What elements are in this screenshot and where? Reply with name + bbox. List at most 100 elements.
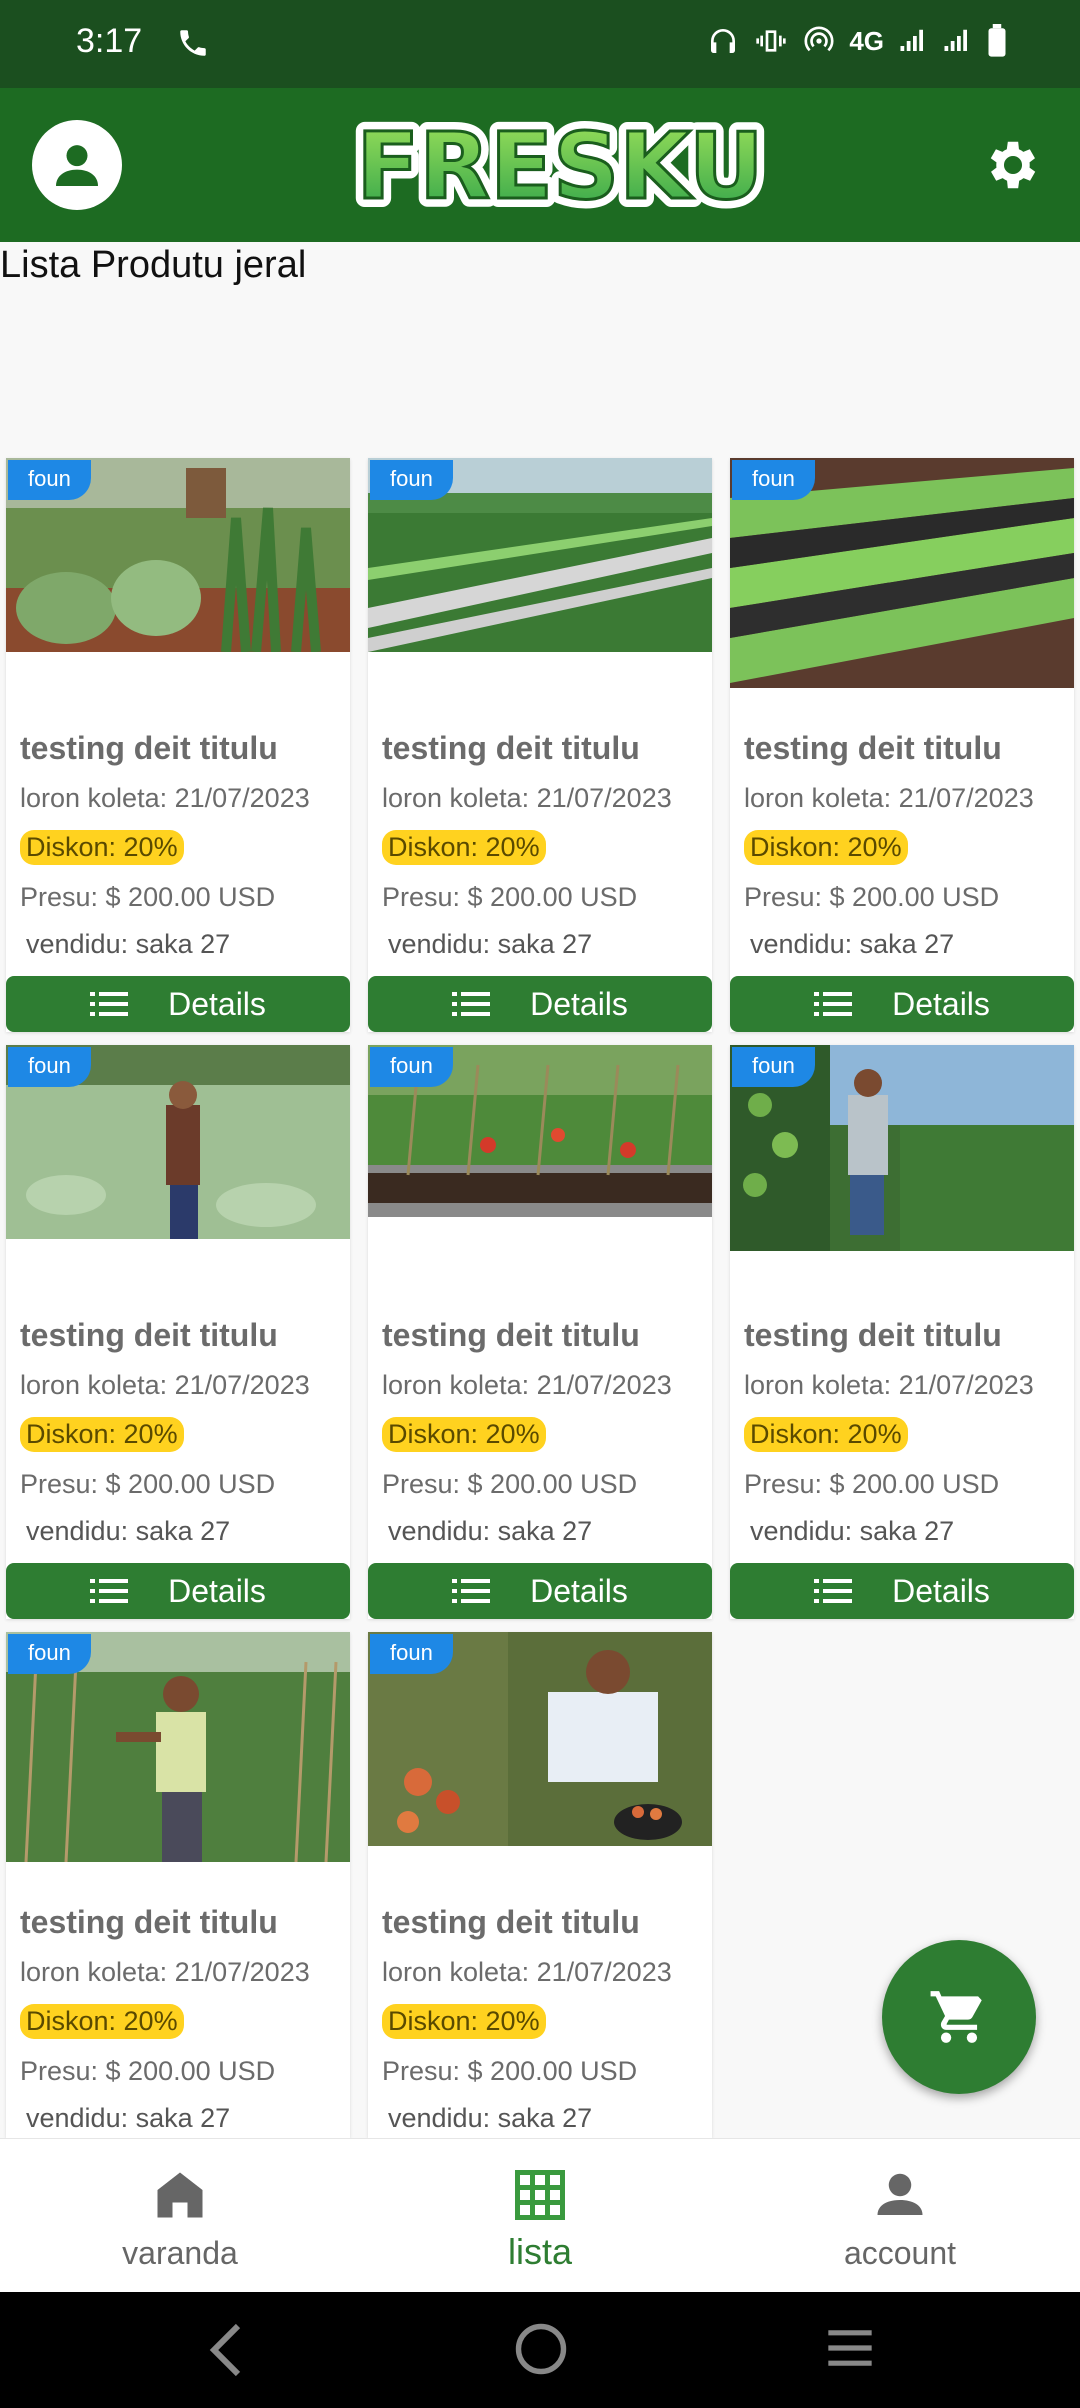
product-price: Presu: $ 200.00 USD bbox=[382, 1469, 638, 1499]
list-icon bbox=[452, 1579, 491, 1603]
recent-apps-icon[interactable] bbox=[824, 2322, 876, 2374]
product-title: testing deit titulu bbox=[20, 1317, 278, 1353]
details-label: Details bbox=[168, 1572, 266, 1609]
settings-gear-icon[interactable] bbox=[982, 134, 1044, 196]
product-card: foun testing deit titulu loron koleta: 2… bbox=[368, 1632, 712, 2138]
product-price: Presu: $ 200.00 USD bbox=[382, 882, 638, 912]
seller-stock: vendidu: saka 27 bbox=[750, 929, 955, 959]
network-type: 4G bbox=[849, 25, 884, 56]
status-badge: foun bbox=[732, 460, 815, 500]
seller-stock: vendidu: saka 27 bbox=[388, 2103, 593, 2133]
person-icon bbox=[877, 2173, 923, 2215]
headphones-icon bbox=[711, 29, 736, 53]
product-card: foun testing deit titulu loron koleta: 2… bbox=[368, 1045, 712, 1619]
details-label: Details bbox=[530, 1572, 628, 1609]
seller-stock: vendidu: saka 27 bbox=[388, 929, 593, 959]
details-button[interactable]: Details bbox=[730, 976, 1074, 1032]
product-title: testing deit titulu bbox=[382, 1317, 640, 1353]
details-button[interactable]: Details bbox=[6, 1563, 350, 1619]
nav-item-lista[interactable]: lista bbox=[360, 2139, 720, 2293]
profile-avatar-button[interactable] bbox=[32, 120, 122, 210]
signal-icon-2 bbox=[944, 29, 967, 51]
details-label: Details bbox=[168, 985, 266, 1022]
product-price: Presu: $ 200.00 USD bbox=[744, 1469, 1000, 1499]
status-time: 3:17 bbox=[76, 22, 143, 60]
discount-badge: Diskon: 20% bbox=[382, 830, 546, 865]
grid-icon bbox=[515, 2170, 565, 2220]
product-card: foun testing deit titulu loron koleta: 2… bbox=[6, 1632, 350, 2138]
product-image[interactable]: foun bbox=[368, 1632, 712, 1846]
fresku-logo: FRESKU FRESKU bbox=[347, 118, 772, 218]
phone-call-icon bbox=[180, 30, 206, 56]
product-card: foun testing deit titulu loron koleta: 2… bbox=[368, 458, 712, 1032]
nav-item-account[interactable]: account bbox=[720, 2139, 1080, 2293]
back-icon[interactable] bbox=[206, 2322, 246, 2378]
details-button[interactable]: Details bbox=[368, 1563, 712, 1619]
svg-text:FRESKU: FRESKU bbox=[356, 118, 763, 218]
list-icon bbox=[814, 1579, 853, 1603]
nav-item-varanda[interactable]: varanda bbox=[0, 2139, 360, 2293]
list-icon bbox=[814, 992, 853, 1016]
seller-stock: vendidu: saka 27 bbox=[750, 1516, 955, 1546]
status-badge: foun bbox=[732, 1047, 815, 1087]
battery-icon bbox=[988, 24, 1006, 57]
details-label: Details bbox=[530, 985, 628, 1022]
details-button[interactable]: Details bbox=[6, 976, 350, 1032]
product-price: Presu: $ 200.00 USD bbox=[20, 2056, 276, 2086]
details-label: Details bbox=[892, 1572, 990, 1609]
product-title: testing deit titulu bbox=[20, 1904, 278, 1940]
product-image[interactable]: foun bbox=[6, 1045, 350, 1239]
app-bar: FRESKU FRESKU bbox=[0, 88, 1080, 242]
discount-badge: Diskon: 20% bbox=[20, 2004, 184, 2039]
product-title: testing deit titulu bbox=[382, 730, 640, 766]
seller-stock: vendidu: saka 27 bbox=[388, 1516, 593, 1546]
cart-fab-button[interactable] bbox=[882, 1940, 1036, 2094]
product-image[interactable]: foun bbox=[6, 1632, 350, 1862]
status-badge: foun bbox=[8, 460, 91, 500]
details-label: Details bbox=[892, 985, 990, 1022]
page-title: Lista Produtu jeral bbox=[0, 244, 307, 286]
status-badge: foun bbox=[370, 1634, 453, 1674]
harvest-date: loron koleta: 21/07/2023 bbox=[382, 783, 672, 813]
list-icon bbox=[452, 992, 491, 1016]
product-title: testing deit titulu bbox=[744, 730, 1002, 766]
product-image[interactable]: foun bbox=[730, 458, 1074, 688]
status-badge: foun bbox=[8, 1047, 91, 1087]
home-icon bbox=[157, 2172, 203, 2218]
shopping-cart-icon bbox=[930, 1991, 982, 2043]
status-badge: foun bbox=[370, 1047, 453, 1087]
product-price: Presu: $ 200.00 USD bbox=[20, 882, 276, 912]
product-image[interactable]: foun bbox=[6, 458, 350, 652]
status-icons: 4G bbox=[707, 24, 1008, 58]
hotspot-icon bbox=[804, 26, 834, 52]
list-icon bbox=[90, 1579, 129, 1603]
discount-badge: Diskon: 20% bbox=[20, 830, 184, 865]
status-badge: foun bbox=[8, 1634, 91, 1674]
harvest-date: loron koleta: 21/07/2023 bbox=[744, 1370, 1034, 1400]
status-bar: 3:17 4G bbox=[0, 0, 1080, 88]
details-button[interactable]: Details bbox=[368, 976, 712, 1032]
seller-stock: vendidu: saka 27 bbox=[26, 2103, 231, 2133]
harvest-date: loron koleta: 21/07/2023 bbox=[20, 1957, 310, 1987]
nav-label: varanda bbox=[122, 2235, 238, 2271]
status-badge: foun bbox=[370, 460, 453, 500]
seller-stock: vendidu: saka 27 bbox=[26, 929, 231, 959]
product-title: testing deit titulu bbox=[20, 730, 278, 766]
person-icon bbox=[56, 145, 98, 186]
product-price: Presu: $ 200.00 USD bbox=[20, 1469, 276, 1499]
harvest-date: loron koleta: 21/07/2023 bbox=[382, 1370, 672, 1400]
discount-badge: Diskon: 20% bbox=[382, 2004, 546, 2039]
harvest-date: loron koleta: 21/07/2023 bbox=[20, 1370, 310, 1400]
product-image[interactable]: foun bbox=[368, 1045, 712, 1217]
discount-badge: Diskon: 20% bbox=[744, 1417, 908, 1452]
bottom-navigation: varanda lista account bbox=[0, 2138, 1080, 2292]
nav-label: lista bbox=[507, 2231, 573, 2272]
product-image[interactable]: foun bbox=[730, 1045, 1074, 1251]
home-circle-icon[interactable] bbox=[514, 2322, 568, 2376]
product-title: testing deit titulu bbox=[382, 1904, 640, 1940]
details-button[interactable]: Details bbox=[730, 1563, 1074, 1619]
harvest-date: loron koleta: 21/07/2023 bbox=[744, 783, 1034, 813]
product-card: foun testing deit titulu loron koleta: 2… bbox=[6, 458, 350, 1032]
product-card: foun testing deit titulu loron koleta: 2… bbox=[730, 1045, 1074, 1619]
product-image[interactable]: foun bbox=[368, 458, 712, 652]
